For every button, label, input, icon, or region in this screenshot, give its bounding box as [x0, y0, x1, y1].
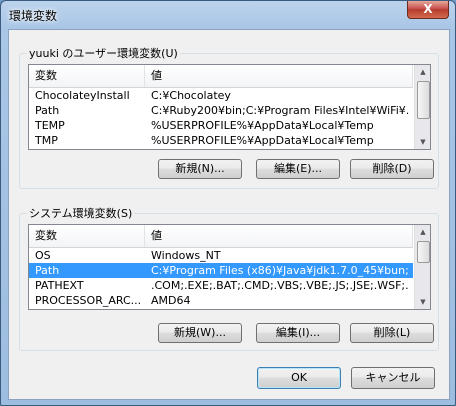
dialog-client-area: yuuki のユーザー環境変数(U) 変数 値 ChocolateyInstal… — [8, 29, 450, 400]
variable-value: C:¥Program Files (x86)¥Java¥jdk1.7.0_45¥… — [151, 264, 409, 277]
chevron-up-icon[interactable]: ▲ — [415, 65, 430, 79]
chevron-down-icon[interactable]: ▼ — [415, 295, 430, 309]
window-title: 環境変数 — [9, 9, 58, 23]
user-variables-rows: ChocolateyInstall C:¥Chocolatey Path C:¥… — [29, 88, 413, 148]
list-header: 変数 値 — [29, 225, 413, 248]
variable-value: C:¥Ruby200¥bin;C:¥Program Files¥Intel¥Wi… — [151, 104, 409, 117]
variable-name: OS — [35, 249, 51, 262]
list-header: 変数 値 — [29, 65, 413, 88]
system-variables-rows: OS Windows_NT Path C:¥Program Files (x86… — [29, 248, 413, 308]
user-variables-list[interactable]: 変数 値 ChocolateyInstall C:¥Chocolatey Pat… — [28, 64, 431, 150]
column-header-name[interactable]: 変数 — [29, 65, 145, 87]
close-icon: X — [423, 2, 433, 16]
vertical-scrollbar[interactable]: ▲ ▼ — [414, 225, 430, 309]
variable-name: Path — [35, 264, 60, 277]
user-delete-button[interactable]: 削除(D) — [350, 159, 434, 179]
variable-name: TEMP — [35, 119, 65, 132]
table-row[interactable]: TMP %USERPROFILE%¥AppData¥Local¥Temp — [29, 133, 413, 148]
user-new-button[interactable]: 新規(N)... — [158, 159, 242, 179]
system-edit-button[interactable]: 編集(I)... — [256, 323, 340, 343]
column-header-value[interactable]: 値 — [145, 65, 413, 87]
variable-value: %USERPROFILE%¥AppData¥Local¥Temp — [151, 134, 374, 147]
dialog-window: 環境変数 X yuuki のユーザー環境変数(U) 変数 値 Chocolate… — [0, 0, 456, 406]
system-variables-group-label: システム環境変数(S) — [27, 205, 135, 221]
system-new-button[interactable]: 新規(W)... — [158, 323, 242, 343]
cancel-button[interactable]: キャンセル — [351, 367, 435, 389]
user-variables-group-label: yuuki のユーザー環境変数(U) — [27, 45, 180, 61]
variable-value: AMD64 — [151, 294, 191, 307]
chevron-down-icon[interactable]: ▼ — [415, 135, 430, 149]
user-variables-group: yuuki のユーザー環境変数(U) 変数 値 ChocolateyInstal… — [19, 45, 439, 189]
variable-name: ChocolateyInstall — [35, 89, 130, 102]
variable-value: %USERPROFILE%¥AppData¥Local¥Temp — [151, 119, 374, 132]
vertical-scrollbar[interactable]: ▲ ▼ — [414, 65, 430, 149]
scrollbar-thumb[interactable] — [417, 241, 430, 263]
variable-value: Windows_NT — [151, 249, 221, 262]
variable-name: PATHEXT — [35, 279, 84, 292]
chevron-up-icon[interactable]: ▲ — [415, 225, 430, 239]
table-row[interactable]: TEMP %USERPROFILE%¥AppData¥Local¥Temp — [29, 118, 413, 133]
column-header-name[interactable]: 変数 — [29, 225, 145, 247]
variable-value: .COM;.EXE;.BAT;.CMD;.VBS;.VBE;.JS;.JSE;.… — [151, 279, 409, 292]
table-row[interactable]: PATHEXT .COM;.EXE;.BAT;.CMD;.VBS;.VBE;.J… — [29, 278, 413, 293]
table-row[interactable]: PROCESSOR_ARC... AMD64 — [29, 293, 413, 308]
system-variables-list[interactable]: 変数 値 OS Windows_NT Path C:¥Program Files… — [28, 224, 431, 310]
variable-name: TMP — [35, 134, 58, 147]
user-edit-button[interactable]: 編集(E)... — [256, 159, 340, 179]
table-row[interactable]: ChocolateyInstall C:¥Chocolatey — [29, 88, 413, 103]
table-row[interactable]: Path C:¥Ruby200¥bin;C:¥Program Files¥Int… — [29, 103, 413, 118]
variable-name: PROCESSOR_ARC... — [35, 294, 142, 307]
system-variables-group: システム環境変数(S) 変数 値 OS Windows_NT Path C:¥P… — [19, 205, 439, 351]
title-bar[interactable]: 環境変数 X — [1, 1, 455, 29]
column-header-value[interactable]: 値 — [145, 225, 413, 247]
table-row[interactable]: OS Windows_NT — [29, 248, 413, 263]
ok-button[interactable]: OK — [257, 367, 341, 389]
variable-value: C:¥Chocolatey — [151, 89, 231, 102]
system-delete-button[interactable]: 削除(L) — [350, 323, 434, 343]
close-button[interactable]: X — [407, 1, 449, 19]
scrollbar-thumb[interactable] — [417, 81, 430, 119]
variable-name: Path — [35, 104, 60, 117]
table-row-selected[interactable]: Path C:¥Program Files (x86)¥Java¥jdk1.7.… — [29, 263, 413, 278]
